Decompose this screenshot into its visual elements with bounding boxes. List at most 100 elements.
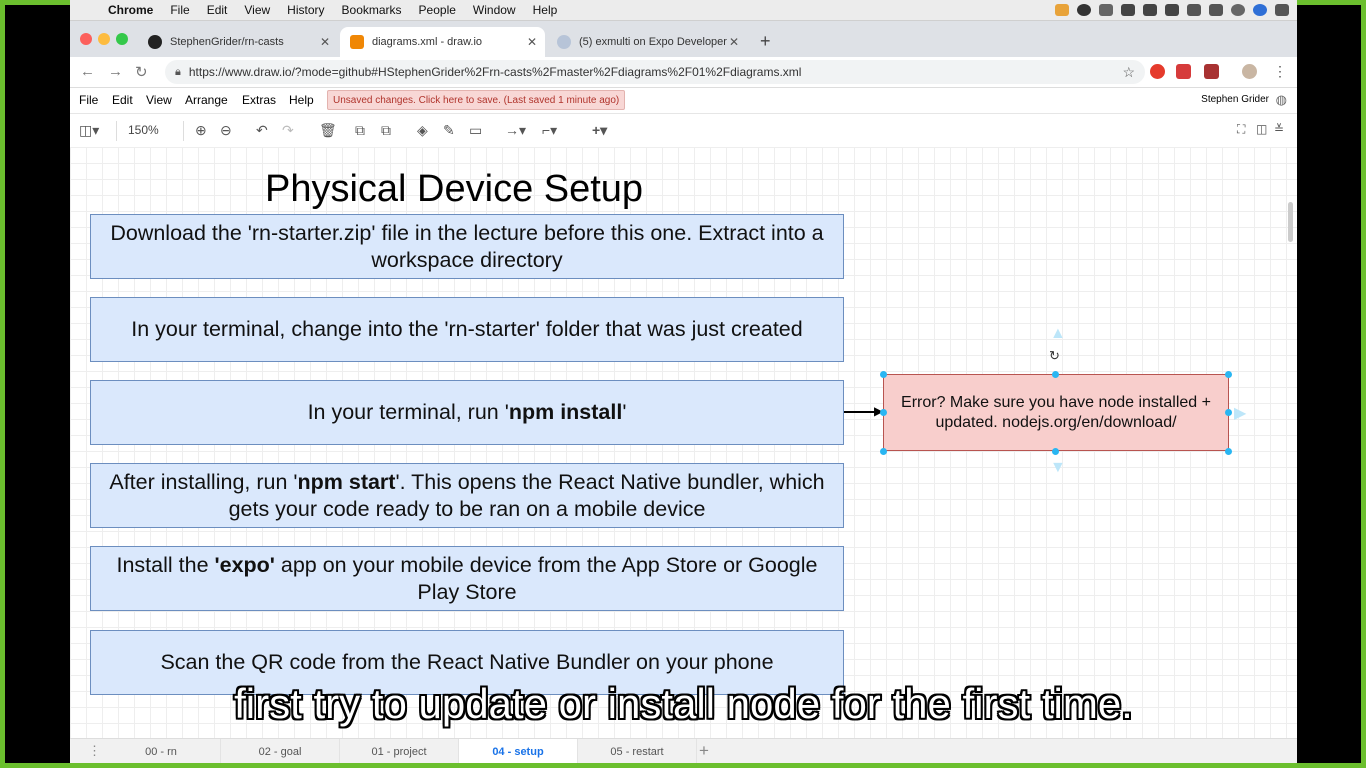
status-app-icon[interactable] [1165, 4, 1179, 16]
tab-expo[interactable]: (5) exmulti on Expo Developer ✕ [547, 27, 747, 57]
menu-people[interactable]: People [419, 3, 456, 17]
expo-icon [557, 35, 571, 49]
resize-handle[interactable] [1225, 409, 1232, 416]
waypoints-icon[interactable]: ⌐▾ [542, 122, 557, 139]
status-app-icon[interactable] [1143, 4, 1157, 16]
resize-handle[interactable] [880, 448, 887, 455]
to-back-icon[interactable]: ⧉ [381, 122, 391, 139]
to-front-icon[interactable]: ⧉ [355, 122, 365, 139]
new-tab-button[interactable]: + [760, 31, 771, 52]
fullscreen-icon[interactable]: ⛶ [1237, 122, 1245, 137]
wifi-icon[interactable] [1187, 4, 1201, 16]
address-row: ← → ↻ 🔒︎ https://www.draw.io/?mode=githu… [70, 57, 1297, 88]
format-panel-toggle-icon[interactable]: ◫▾ [79, 122, 99, 139]
zoom-in-icon[interactable]: ⊕ [195, 122, 207, 139]
user-name[interactable]: Stephen Grider [1201, 94, 1269, 105]
resize-handle[interactable] [1052, 448, 1059, 455]
drawio-menu-extras[interactable]: Extras [242, 93, 276, 107]
ublock-extension-icon[interactable] [1204, 64, 1219, 79]
undo-icon[interactable]: ↶ [256, 122, 268, 139]
menu-help[interactable]: Help [533, 3, 558, 17]
drawio-icon [350, 35, 364, 49]
window-minimize-button[interactable] [98, 33, 110, 45]
search-icon[interactable] [1231, 4, 1245, 16]
pages-menu-icon[interactable]: ⋮ [88, 743, 101, 759]
status-app-icon[interactable] [1055, 4, 1069, 16]
drawio-menu-file[interactable]: File [79, 93, 98, 107]
zoom-level-dropdown[interactable]: 150% [128, 123, 159, 137]
redo-icon[interactable]: ↷ [282, 122, 294, 139]
url-bar[interactable]: 🔒︎ https://www.draw.io/?mode=github#HSte… [165, 60, 1145, 84]
toolbar-separator [183, 121, 184, 141]
fill-color-icon[interactable]: ◈ [417, 122, 428, 139]
menu-window[interactable]: Window [473, 3, 516, 17]
resize-handle[interactable] [880, 409, 887, 416]
bookmark-star-icon[interactable]: ☆ [1122, 64, 1135, 81]
menu-file[interactable]: File [170, 3, 189, 17]
page-tab-active[interactable]: 04 - setup [459, 739, 578, 763]
page-tab[interactable]: 01 - project [340, 739, 459, 763]
rotate-icon[interactable]: ↻ [1049, 348, 1060, 364]
glasses-icon[interactable] [1099, 4, 1113, 16]
clone-arrow-up-icon[interactable]: ▲ [1050, 325, 1066, 343]
tab-drawio[interactable]: diagrams.xml - draw.io ✕ [340, 27, 545, 57]
language-globe-icon[interactable]: ◍ [1276, 92, 1287, 108]
forward-icon[interactable]: → [108, 63, 123, 80]
page-tab[interactable]: 02 - goal [221, 739, 340, 763]
connection-style-icon[interactable]: →▾ [505, 122, 526, 139]
drawio-menu-edit[interactable]: Edit [112, 93, 133, 107]
siri-icon[interactable] [1253, 4, 1267, 16]
menu-extras [1055, 0, 1289, 20]
status-app-icon[interactable] [1121, 4, 1135, 16]
format-panel-icon[interactable]: ◫ [1256, 122, 1267, 136]
add-page-button[interactable]: + [699, 741, 709, 761]
drawio-menu-help[interactable]: Help [289, 93, 314, 107]
drawio-menu-view[interactable]: View [146, 93, 172, 107]
step-box-npm-install[interactable]: In your terminal, run 'npm install' [90, 380, 844, 445]
battery-icon[interactable] [1209, 4, 1223, 16]
diagram-canvas[interactable]: Physical Device Setup Download the 'rn-s… [70, 147, 1297, 738]
vertical-scrollbar[interactable] [1288, 202, 1293, 242]
notification-center-icon[interactable] [1275, 4, 1289, 16]
resize-handle[interactable] [1225, 371, 1232, 378]
lastpass-extension-icon[interactable] [1176, 64, 1191, 79]
page-tab[interactable]: 00 - rn [102, 739, 221, 763]
collapse-icon[interactable]: ≚ [1274, 122, 1284, 136]
step-box-npm-start[interactable]: After installing, run 'npm start'. This … [90, 463, 844, 528]
clone-arrow-right-icon[interactable]: ▶ [1234, 403, 1246, 423]
insert-icon[interactable]: +▾ [592, 122, 607, 139]
zoom-out-icon[interactable]: ⊖ [220, 122, 232, 139]
menu-bookmarks[interactable]: Bookmarks [342, 3, 402, 17]
diagram-title[interactable]: Physical Device Setup [265, 168, 643, 211]
resize-handle[interactable] [1052, 371, 1059, 378]
chrome-menu-icon[interactable]: ⋮ [1273, 63, 1287, 80]
close-icon[interactable]: ✕ [320, 35, 330, 49]
window-zoom-button[interactable] [116, 33, 128, 45]
menu-history[interactable]: History [287, 3, 324, 17]
resize-handle[interactable] [1225, 448, 1232, 455]
status-app-icon[interactable] [1077, 4, 1091, 16]
menu-app-name[interactable]: Chrome [108, 3, 153, 17]
window-close-button[interactable] [80, 33, 92, 45]
clone-arrow-down-icon[interactable]: ▼ [1050, 459, 1066, 477]
opera-extension-icon[interactable] [1150, 64, 1165, 79]
step-box-change-folder[interactable]: In your terminal, change into the 'rn-st… [90, 297, 844, 362]
menu-view[interactable]: View [244, 3, 270, 17]
resize-handle[interactable] [880, 371, 887, 378]
reload-icon[interactable]: ↻ [135, 63, 148, 81]
step-box-download[interactable]: Download the 'rn-starter.zip' file in th… [90, 214, 844, 279]
unsaved-changes-notice[interactable]: Unsaved changes. Click here to save. (La… [327, 90, 626, 110]
tab-github[interactable]: StephenGrider/rn-casts ✕ [138, 27, 338, 57]
drawio-menu-arrange[interactable]: Arrange [185, 93, 228, 107]
back-icon[interactable]: ← [80, 63, 95, 80]
delete-icon[interactable]: 🗑︎ [319, 122, 337, 139]
error-note-box[interactable]: Error? Make sure you have node installed… [883, 374, 1229, 451]
close-icon[interactable]: ✕ [527, 35, 537, 49]
menu-edit[interactable]: Edit [207, 3, 228, 17]
shadow-icon[interactable]: ▭ [469, 122, 482, 139]
profile-avatar[interactable] [1242, 64, 1257, 79]
line-color-icon[interactable]: ✎ [443, 122, 455, 139]
page-tab[interactable]: 05 - restart [578, 739, 697, 763]
step-box-install-expo[interactable]: Install the 'expo' app on your mobile de… [90, 546, 844, 611]
close-icon[interactable]: ✕ [729, 35, 739, 49]
